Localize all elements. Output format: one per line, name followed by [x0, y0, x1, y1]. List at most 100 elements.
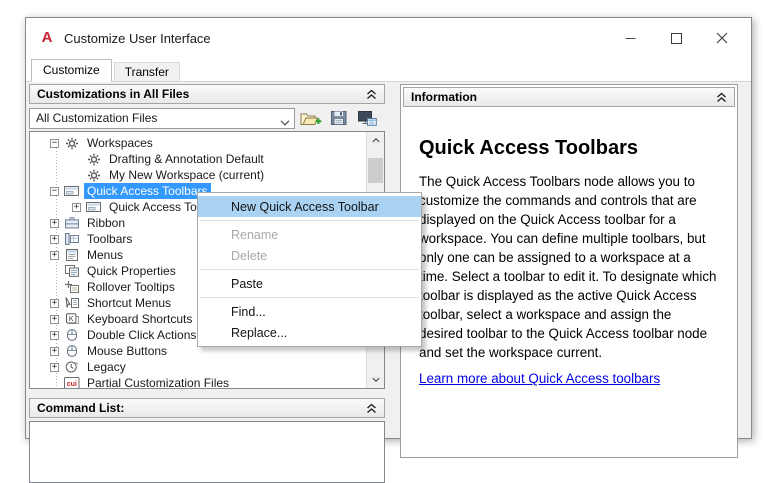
- rollover-tooltips-icon: [63, 280, 80, 294]
- expand-toggle-icon[interactable]: +: [50, 346, 59, 356]
- scroll-up-button[interactable]: [367, 132, 384, 149]
- minimize-button[interactable]: [607, 18, 653, 58]
- expand-toggle-icon[interactable]: +: [50, 314, 59, 324]
- cui-file-icon: cui: [63, 376, 80, 388]
- tree-item-label: Quick Properties: [87, 264, 176, 278]
- scroll-down-button[interactable]: [367, 371, 384, 388]
- tree-item-label: Mouse Buttons: [87, 344, 168, 358]
- tree-item-label: Workspaces: [87, 136, 153, 150]
- menu-item-label: Find...: [231, 304, 266, 319]
- collapse-toggle-icon[interactable]: −: [50, 186, 59, 196]
- tree-item-partial-customization-files[interactable]: cui Partial Customization Files: [30, 375, 367, 389]
- customize-workspace-icon[interactable]: [355, 108, 379, 128]
- shortcut-menus-icon: [63, 296, 80, 310]
- menu-item-label: Delete: [231, 248, 268, 263]
- collapse-chevron-icon[interactable]: [716, 92, 727, 103]
- menu-item-label: Paste: [231, 276, 263, 291]
- tree-item-legacy[interactable]: + Legacy: [30, 359, 367, 375]
- customization-file-select[interactable]: All Customization Files: [29, 107, 295, 129]
- save-icon[interactable]: [327, 108, 351, 128]
- window-controls: [607, 18, 745, 58]
- tree-item-label: Drafting & Annotation Default: [109, 152, 264, 166]
- tree-item-label: Toolbars: [87, 232, 133, 246]
- qat-icon: [85, 200, 102, 214]
- command-list-box: [29, 421, 385, 483]
- customizations-header-label: Customizations in All Files: [37, 87, 190, 101]
- gear-icon: [63, 136, 80, 150]
- collapse-chevron-icon[interactable]: [366, 403, 377, 414]
- context-menu: New Quick Access Toolbar Rename Delete Past…: [197, 192, 422, 347]
- tree-item-label: My New Workspace (current): [109, 168, 265, 182]
- tree-item-label: Rollover Tooltips: [87, 280, 175, 294]
- scrollbar-thumb[interactable]: [368, 158, 383, 183]
- customization-file-toolbar: All Customization Files: [29, 107, 385, 129]
- menu-item-replace[interactable]: Replace...: [198, 322, 421, 343]
- mouse-icon: [63, 344, 80, 358]
- expand-toggle-icon[interactable]: +: [50, 330, 59, 340]
- command-list-header-label: Command List:: [37, 401, 125, 415]
- tree-item-label: Legacy: [87, 360, 126, 374]
- tab-customize[interactable]: Customize: [31, 59, 112, 82]
- tree-item-label: Menus: [87, 248, 124, 262]
- menu-item-label: New Quick Access Toolbar: [231, 199, 379, 214]
- tree-item-label: Ribbon: [87, 216, 126, 230]
- tree-item-my-new-workspace-current[interactable]: My New Workspace (current): [30, 167, 367, 183]
- collapse-chevron-icon[interactable]: [366, 89, 377, 100]
- expand-toggle-icon[interactable]: +: [50, 362, 59, 372]
- minimize-icon: [625, 37, 635, 39]
- chevron-down-icon: [280, 115, 290, 129]
- tab-strip: Customize Transfer: [26, 58, 751, 82]
- customizations-header: Customizations in All Files: [29, 84, 385, 104]
- tree-item-label: Keyboard Shortcuts: [87, 312, 193, 326]
- toolbars-icon: [63, 232, 80, 246]
- collapse-toggle-icon[interactable]: −: [50, 138, 59, 148]
- information-content: Quick Access Toolbars The Quick Access T…: [401, 137, 737, 388]
- information-title: Quick Access Toolbars: [419, 137, 638, 159]
- close-icon: [716, 32, 728, 44]
- tab-transfer[interactable]: Transfer: [113, 62, 180, 81]
- menu-separator: [200, 220, 419, 221]
- window-title: Customize User Interface: [64, 30, 211, 46]
- maximize-button[interactable]: [653, 18, 699, 58]
- clock-icon: [63, 360, 80, 374]
- tree-item-label: Partial Customization Files: [87, 376, 230, 389]
- menu-separator: [200, 269, 419, 270]
- expand-toggle-icon[interactable]: +: [72, 202, 81, 212]
- tree-item-label: Quick Access To: [109, 200, 197, 214]
- title-bar: A Customize User Interface: [26, 18, 751, 58]
- information-panel: Information Quick Access Toolbars The Qu…: [400, 84, 738, 458]
- ribbon-icon: [63, 216, 80, 230]
- svg-text:K: K: [68, 316, 73, 323]
- command-list-header: Command List:: [29, 398, 385, 418]
- keyboard-icon: K: [63, 312, 80, 326]
- expand-toggle-icon[interactable]: +: [50, 218, 59, 228]
- expand-toggle-icon[interactable]: +: [50, 298, 59, 308]
- menu-item-new-quick-access-toolbar[interactable]: New Quick Access Toolbar: [198, 196, 421, 217]
- information-header: Information: [403, 87, 735, 107]
- information-header-label: Information: [411, 90, 477, 104]
- information-body: The Quick Access Toolbars node allows yo…: [419, 174, 717, 360]
- menu-item-paste[interactable]: Paste: [198, 273, 421, 294]
- tree-item-label: Double Click Actions: [87, 328, 197, 342]
- menu-separator: [200, 297, 419, 298]
- menu-item-rename: Rename: [198, 224, 421, 245]
- menu-item-label: Rename: [231, 227, 279, 242]
- expand-toggle-icon[interactable]: +: [50, 234, 59, 244]
- tree-item-workspaces[interactable]: − Workspaces: [30, 135, 367, 151]
- expand-toggle-icon[interactable]: +: [50, 250, 59, 260]
- tree-item-drafting-annotation-default[interactable]: Drafting & Annotation Default: [30, 151, 367, 167]
- tree-item-label: Shortcut Menus: [87, 296, 172, 310]
- learn-more-link[interactable]: Learn more about Quick Access toolbars: [419, 371, 660, 386]
- quick-properties-icon: [63, 264, 80, 278]
- close-button[interactable]: [699, 18, 745, 58]
- mouse-icon: [63, 328, 80, 342]
- svg-text:cui: cui: [66, 381, 76, 388]
- gear-icon: [85, 168, 102, 182]
- menus-icon: [63, 248, 80, 262]
- menu-item-delete: Delete: [198, 245, 421, 266]
- file-toolbar-buttons: [295, 108, 379, 128]
- load-partial-file-icon[interactable]: [299, 108, 323, 128]
- tree-item-label: Quick Access Toolbars: [84, 183, 211, 199]
- menu-item-find[interactable]: Find...: [198, 301, 421, 322]
- menu-item-label: Replace...: [231, 325, 288, 340]
